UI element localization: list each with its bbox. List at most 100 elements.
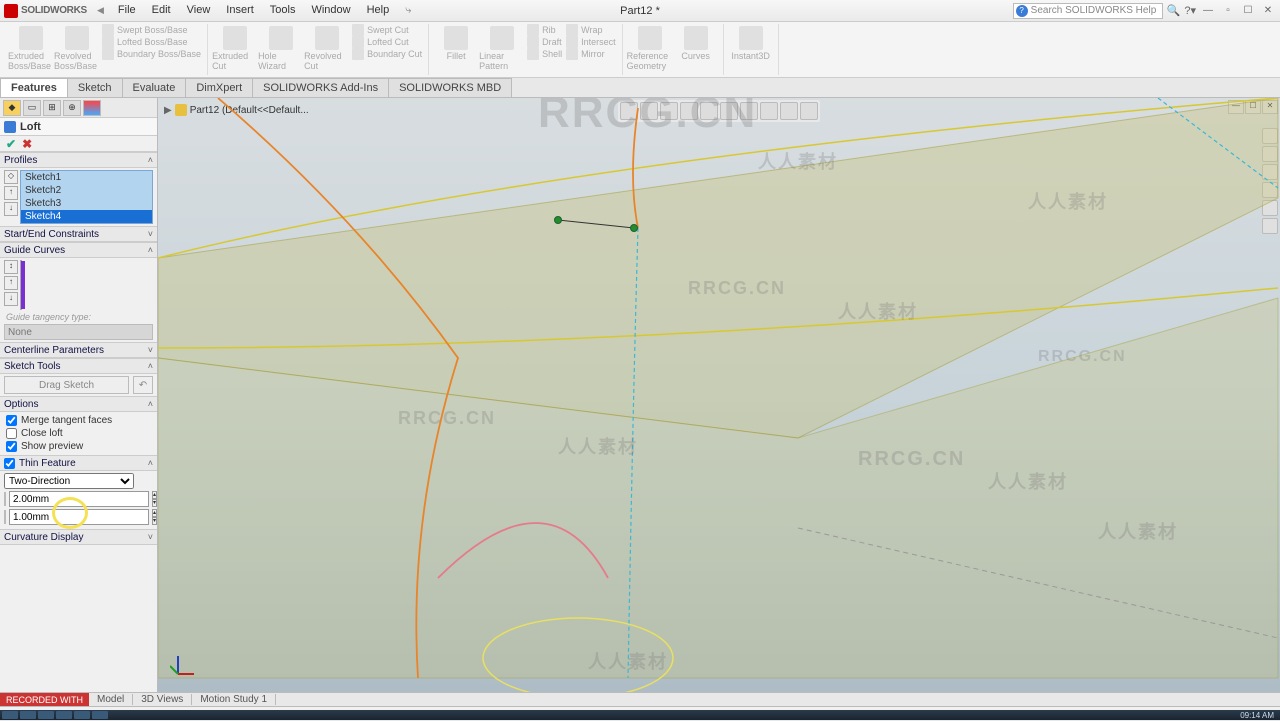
taskbar-clock[interactable]: 09:14 AM (1240, 711, 1274, 720)
help-dropdown-icon[interactable]: ?▾ (1184, 4, 1196, 17)
hole-wizard-button[interactable]: Hole Wizard (258, 24, 304, 71)
start-button[interactable] (2, 711, 18, 719)
guide-tangency-select[interactable]: None (4, 324, 153, 340)
menu-help[interactable]: Help (360, 2, 397, 19)
profiles-listbox[interactable]: Sketch1 Sketch2 Sketch3 Sketch4 (20, 170, 153, 224)
property-tab[interactable]: ▭ (23, 100, 41, 116)
tab-3d-views[interactable]: 3D Views (133, 694, 192, 705)
recent-docs-arrow-icon[interactable]: ◀ (97, 5, 104, 16)
profiles-header[interactable]: Profiles˄ (0, 152, 157, 168)
draft-button[interactable]: Draft (525, 36, 564, 48)
tab-features[interactable]: Features (0, 78, 68, 97)
tab-evaluate[interactable]: Evaluate (122, 78, 187, 97)
sketch-tools-header[interactable]: Sketch Tools˄ (0, 358, 157, 374)
loft-connector-node[interactable] (630, 224, 638, 232)
restore-button[interactable]: ▫ (1220, 4, 1236, 18)
taskbar-item[interactable] (74, 711, 90, 719)
graphics-viewport[interactable]: ▶ Part12 (Default<<Default... — ☐ ✕ (158, 98, 1280, 692)
revolved-cut-icon (315, 26, 339, 50)
guide-curves-header[interactable]: Guide Curves˄ (0, 242, 157, 258)
curves-button[interactable]: Curves (673, 24, 719, 71)
menu-insert[interactable]: Insert (219, 2, 261, 19)
display-tab[interactable] (83, 100, 101, 116)
revolved-cut-button[interactable]: Revolved Cut (304, 24, 350, 71)
guide-up-button[interactable]: ↑ (4, 276, 18, 290)
close-loft-checkbox[interactable]: Close loft (4, 427, 153, 440)
guide-down-button[interactable]: ↓ (4, 292, 18, 306)
ok-button[interactable]: ✔ (6, 137, 16, 151)
pin-icon[interactable]: ⤷ (398, 2, 418, 19)
guide-curves-listbox[interactable] (20, 260, 22, 310)
rib-button[interactable]: Rib (525, 24, 564, 36)
help-search[interactable]: ? Search SOLIDWORKS Help (1013, 3, 1163, 19)
lofted-boss-button[interactable]: Lofted Boss/Base (100, 36, 203, 48)
linear-pattern-button[interactable]: Linear Pattern (479, 24, 525, 71)
list-item[interactable]: Sketch1 (21, 171, 152, 184)
menu-file[interactable]: File (111, 2, 143, 19)
wrap-button[interactable]: Wrap (564, 24, 618, 36)
profile-select-icon[interactable]: ◇ (4, 170, 18, 184)
search-icon[interactable]: 🔍 (1167, 4, 1181, 17)
list-item[interactable]: Sketch3 (21, 197, 152, 210)
tab-motion-study[interactable]: Motion Study 1 (192, 694, 276, 705)
dimxpert-tab[interactable]: ⊕ (63, 100, 81, 116)
close-button[interactable]: ✕ (1260, 4, 1276, 18)
menu-view[interactable]: View (180, 2, 218, 19)
drag-sketch-button[interactable]: Drag Sketch (4, 376, 129, 394)
spin-up-icon[interactable]: ▴ (152, 491, 157, 499)
tab-sketch[interactable]: Sketch (67, 78, 123, 97)
curvature-display-header[interactable]: Curvature Display˅ (0, 529, 157, 545)
minimize-button[interactable]: — (1200, 4, 1216, 18)
thickness1-input[interactable] (9, 491, 149, 507)
list-item[interactable]: Sketch4 (21, 210, 152, 223)
extruded-boss-button[interactable]: Extruded Boss/Base (8, 24, 54, 71)
boundary-boss-button[interactable]: Boundary Boss/Base (100, 48, 203, 60)
taskbar-item[interactable] (38, 711, 54, 719)
fillet-button[interactable]: Fillet (433, 24, 479, 71)
menu-window[interactable]: Window (304, 2, 357, 19)
boundary-cut-button[interactable]: Boundary Cut (350, 48, 424, 60)
shell-button[interactable]: Shell (525, 48, 564, 60)
centerline-header[interactable]: Centerline Parameters˅ (0, 342, 157, 358)
thin-feature-header[interactable]: Thin Feature ˄ (0, 455, 157, 471)
spin-up-icon[interactable]: ▴ (152, 509, 157, 517)
taskbar-item[interactable] (92, 711, 108, 719)
revolved-boss-button[interactable]: Revolved Boss/Base (54, 24, 100, 71)
lofted-cut-button[interactable]: Lofted Cut (350, 36, 424, 48)
merge-faces-checkbox[interactable]: Merge tangent faces (4, 414, 153, 427)
mirror-button[interactable]: Mirror (564, 48, 618, 60)
loft-connector-node[interactable] (554, 216, 562, 224)
config-tab[interactable]: ⊞ (43, 100, 61, 116)
options-header[interactable]: Options˄ (0, 396, 157, 412)
orientation-triad[interactable] (170, 650, 198, 678)
profile-up-button[interactable]: ↑ (4, 186, 18, 200)
profile-down-button[interactable]: ↓ (4, 202, 18, 216)
menu-tools[interactable]: Tools (263, 2, 303, 19)
tab-dimxpert[interactable]: DimXpert (185, 78, 253, 97)
instant3d-button[interactable]: Instant3D (728, 24, 774, 61)
tab-addins[interactable]: SOLIDWORKS Add-Ins (252, 78, 389, 97)
show-preview-checkbox[interactable]: Show preview (4, 440, 153, 453)
cancel-button[interactable]: ✖ (22, 137, 32, 151)
reference-geometry-button[interactable]: Reference Geometry (627, 24, 673, 71)
thin-feature-checkbox[interactable] (4, 458, 15, 469)
tab-model[interactable]: Model (89, 694, 133, 705)
spin-down-icon[interactable]: ▾ (152, 499, 157, 507)
extruded-cut-button[interactable]: Extruded Cut (212, 24, 258, 71)
feature-tree-tab[interactable]: ◆ (3, 100, 21, 116)
taskbar-item[interactable] (20, 711, 36, 719)
undo-drag-icon[interactable]: ↶ (133, 376, 153, 394)
swept-cut-button[interactable]: Swept Cut (350, 24, 424, 36)
maximize-button[interactable]: ☐ (1240, 4, 1256, 18)
spin-down-icon[interactable]: ▾ (152, 517, 157, 525)
swept-boss-button[interactable]: Swept Boss/Base (100, 24, 203, 36)
guide-select-icon[interactable]: ↕ (4, 260, 18, 274)
thin-direction-select[interactable]: Two-Direction (4, 473, 134, 489)
taskbar-item[interactable] (56, 711, 72, 719)
list-item[interactable]: Sketch2 (21, 184, 152, 197)
thickness2-input[interactable] (9, 509, 149, 525)
menu-edit[interactable]: Edit (145, 2, 178, 19)
tab-mbd[interactable]: SOLIDWORKS MBD (388, 78, 512, 97)
start-end-header[interactable]: Start/End Constraints˅ (0, 226, 157, 242)
intersect-button[interactable]: Intersect (564, 36, 618, 48)
